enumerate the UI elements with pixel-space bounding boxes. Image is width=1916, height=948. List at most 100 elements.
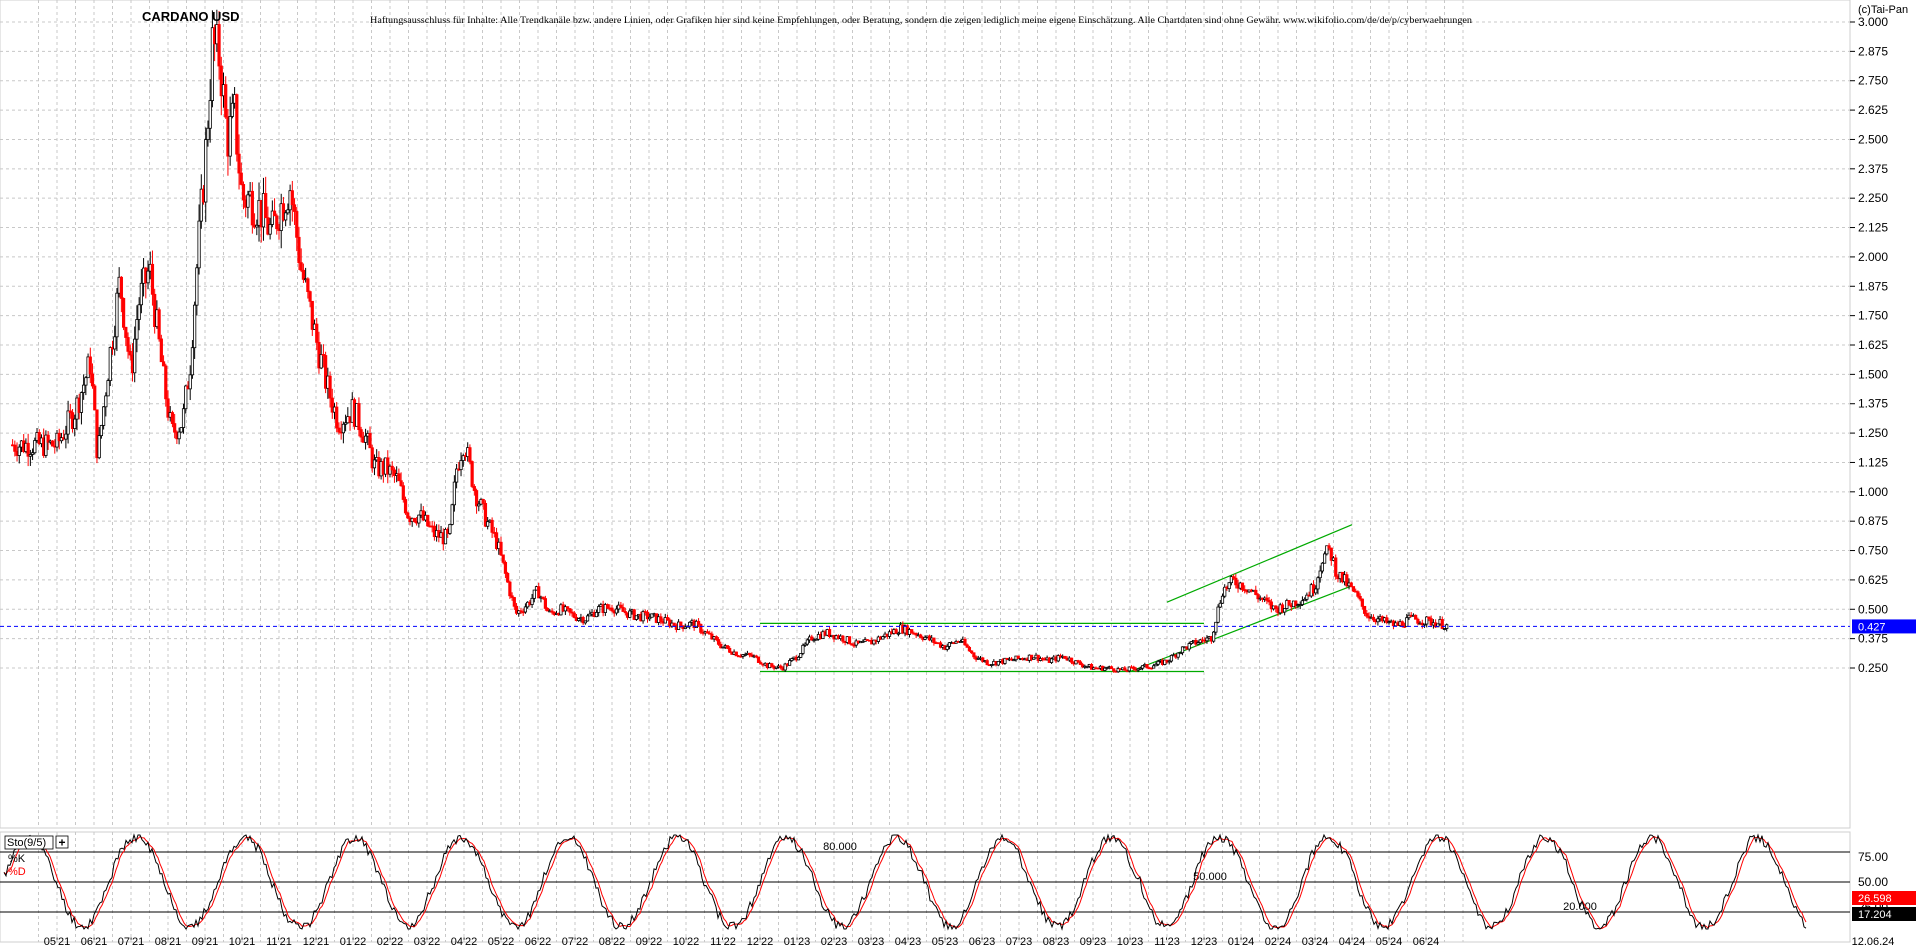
date-tick-label: 07'21 <box>118 936 145 948</box>
price-tick-label: 0.250 <box>1858 661 1888 675</box>
candle-body <box>115 292 119 338</box>
candle-body <box>1234 577 1238 586</box>
candle-body <box>390 465 394 471</box>
price-tick-label: 1.125 <box>1858 455 1888 469</box>
candle-body <box>228 116 232 157</box>
candle-body <box>17 446 21 456</box>
price-tick-label: 1.000 <box>1858 485 1888 499</box>
candle-body <box>106 380 110 397</box>
candle-body <box>328 375 332 399</box>
candle-body <box>1145 664 1149 669</box>
candle-body <box>679 621 683 627</box>
candle-body <box>1205 637 1209 642</box>
candle-body <box>472 486 476 491</box>
candle-body <box>530 597 534 605</box>
price-tick-label: 2.500 <box>1858 132 1888 146</box>
candle-body <box>486 521 490 527</box>
candle-body <box>188 374 192 390</box>
date-tick-label: 12'21 <box>303 936 330 948</box>
candle-body <box>1320 562 1324 572</box>
candle-body <box>847 636 852 645</box>
candle-body <box>572 612 576 618</box>
candle-body <box>412 517 417 522</box>
candle-body <box>272 210 277 217</box>
candle-body <box>1078 661 1083 665</box>
candle-body <box>1287 600 1291 606</box>
candle-body <box>490 519 494 533</box>
candle-body <box>801 644 805 654</box>
price-tick-label: 2.250 <box>1858 191 1888 205</box>
candle-body <box>230 102 234 117</box>
candle-body <box>93 385 97 411</box>
candle-body <box>1416 618 1420 624</box>
candle-body <box>363 435 368 443</box>
candle-body <box>406 512 410 519</box>
date-tick-label: 10'23 <box>1117 936 1144 948</box>
price-panel <box>0 0 1851 829</box>
candle-body <box>1400 621 1404 627</box>
candle-body <box>206 127 210 141</box>
candle-body <box>337 427 341 433</box>
date-tick-label: 11'21 <box>266 936 292 948</box>
candle-body <box>1318 570 1322 579</box>
candle-body <box>119 276 123 299</box>
candle-body <box>357 403 361 431</box>
date-tick-label: 03'24 <box>1302 936 1329 948</box>
candle-body <box>82 384 86 393</box>
candle-body <box>788 660 792 666</box>
date-tick-label: 08'21 <box>155 936 182 948</box>
candle-body <box>523 606 528 613</box>
stochastic-axis-label: 50.00 <box>1858 875 1888 889</box>
candle-body <box>634 615 639 620</box>
candle-body <box>290 190 294 206</box>
candle-body <box>286 209 290 214</box>
candle-body <box>177 431 181 440</box>
candle-body <box>728 647 732 653</box>
candle-body <box>452 481 456 506</box>
candle-body <box>841 635 845 642</box>
candle-body <box>275 215 279 230</box>
candle-body <box>1314 588 1318 594</box>
candle-body <box>308 291 312 302</box>
candle-body <box>195 267 199 306</box>
candle-body <box>506 573 510 583</box>
candle-body <box>734 651 738 657</box>
indicator-name: Sto(9/5) <box>7 837 46 849</box>
candle-body <box>1254 589 1258 595</box>
candle-body <box>597 606 601 613</box>
date-tick-label: 08'22 <box>599 936 626 948</box>
date-tick-label: 12'23 <box>1191 936 1218 948</box>
candle-body <box>1227 582 1231 590</box>
candle-body <box>150 263 155 295</box>
candle-body <box>133 338 137 374</box>
candle-body <box>532 589 536 599</box>
date-tick-label: 02'23 <box>821 936 848 948</box>
price-tick-label: 1.250 <box>1858 426 1888 440</box>
price-tick-label: 1.875 <box>1858 279 1888 293</box>
price-tick-label: 2.375 <box>1858 162 1888 176</box>
candle-body <box>403 499 408 514</box>
candle-body <box>1300 600 1305 605</box>
k-value: 26.598 <box>1858 893 1892 905</box>
candle-body <box>1360 598 1364 607</box>
date-tick-label: 11'23 <box>1154 936 1180 948</box>
candle-body <box>246 194 250 208</box>
candle-body <box>359 429 363 438</box>
candle-body <box>470 461 474 487</box>
date-tick-label: 01'23 <box>784 936 811 948</box>
candle-body <box>1283 608 1287 613</box>
candle-body <box>503 561 508 574</box>
candle-body <box>33 440 37 454</box>
candle-body <box>122 298 126 328</box>
candle-body <box>159 338 163 363</box>
candle-body <box>1365 613 1369 617</box>
candle-body <box>224 84 228 118</box>
candle-body <box>126 337 130 352</box>
date-tick-label: 04'22 <box>451 936 478 948</box>
candle-body <box>88 356 92 375</box>
candle-body <box>64 433 68 440</box>
candle-body <box>1218 602 1222 608</box>
date-tick-label: 09'22 <box>636 936 663 948</box>
chart-svg: 80.00050.00020.00075.0050.0025.00 3.0002… <box>0 0 1916 948</box>
candle-body <box>1049 658 1054 663</box>
